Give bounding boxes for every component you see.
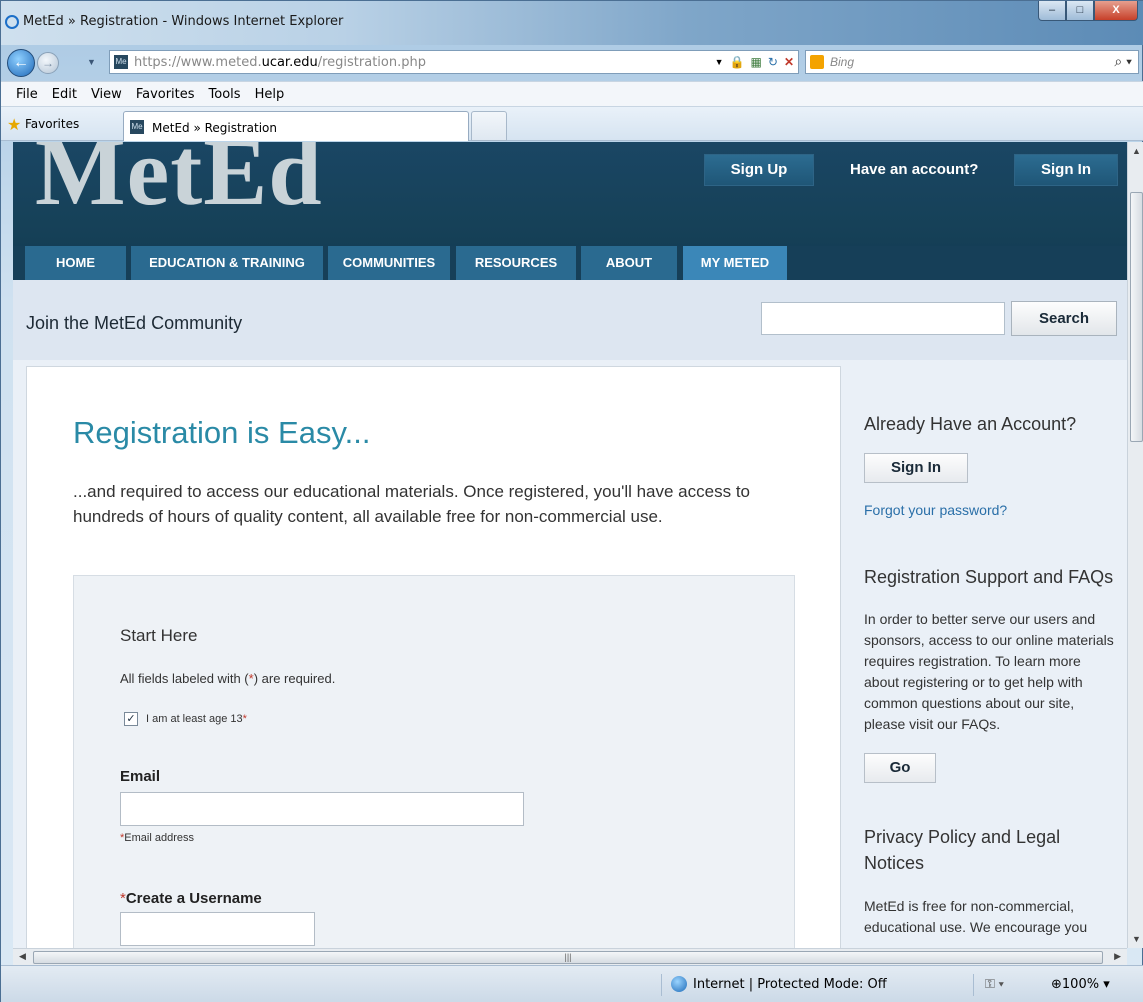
site-logo[interactable]: MetEd (35, 142, 323, 227)
age-label: I am at least age 13* (146, 713, 247, 725)
menu-favorites[interactable]: Favorites (129, 82, 202, 106)
close-button[interactable]: X (1094, 1, 1138, 21)
protected-mode-icon[interactable]: ⚿ ▾ (985, 976, 1004, 992)
menu-tools[interactable]: Tools (202, 82, 248, 106)
status-separator (973, 974, 974, 996)
forward-arrow-icon: → (42, 56, 54, 70)
address-bar[interactable]: Me https://www.meted.ucar.edu/registrati… (109, 50, 799, 74)
menu-edit[interactable]: Edit (45, 82, 84, 106)
search-placeholder: Bing (830, 55, 855, 69)
favorites-bar: ★ Favorites Me MetEd » Registration (1, 107, 1143, 141)
lock-icon[interactable]: 🔒 (730, 53, 745, 71)
horizontal-scroll-thumb[interactable]: ||| (33, 951, 1103, 964)
favorites-button[interactable]: Favorites (25, 117, 79, 131)
zoom-level[interactable]: ⊕100% ▾ (1051, 977, 1110, 992)
nav-about[interactable]: ABOUT (581, 246, 677, 280)
new-tab-button[interactable] (471, 111, 507, 141)
search-provider-box[interactable]: Bing ⌕ ▾ (805, 50, 1139, 74)
security-zone-text[interactable]: Internet | Protected Mode: Off (693, 977, 887, 992)
page-subheader: Join the MetEd Community Search (13, 280, 1127, 360)
tab-favicon-icon: Me (130, 120, 144, 134)
minimize-button[interactable]: – (1038, 1, 1066, 21)
scroll-right-icon[interactable]: ▶ (1114, 951, 1121, 962)
username-label: *Create a Username (120, 890, 262, 907)
main-navigation: HOME EDUCATION & TRAINING COMMUNITIES RE… (13, 246, 1127, 280)
scroll-left-icon[interactable]: ◀ (19, 951, 26, 962)
sidebar-sign-in-button[interactable]: Sign In (864, 453, 968, 483)
navigation-row: ← → ▼ Me https://www.meted.ucar.edu/regi… (1, 45, 1143, 81)
address-dropdown-icon[interactable]: ▼ (715, 53, 724, 71)
username-field[interactable] (120, 912, 315, 946)
stop-icon[interactable]: ✕ (784, 53, 794, 71)
faq-go-button[interactable]: Go (864, 753, 936, 783)
favorites-star-icon[interactable]: ★ (7, 115, 21, 135)
vertical-scrollbar[interactable]: ▲ ▼ (1127, 142, 1143, 948)
menu-help[interactable]: Help (248, 82, 292, 106)
nav-communities[interactable]: COMMUNITIES (328, 246, 450, 280)
support-text: In order to better serve our users and s… (864, 611, 1114, 732)
site-favicon-icon: Me (114, 55, 128, 69)
window-title: MetEd » Registration - Windows Internet … (23, 14, 344, 29)
compatibility-view-icon[interactable]: ▦ (751, 53, 762, 71)
privacy-heading: Privacy Policy and Legal Notices (864, 827, 1061, 873)
sign-up-button[interactable]: Sign Up (704, 154, 814, 186)
site-search-button[interactable]: Search (1011, 301, 1117, 336)
nav-education-training[interactable]: EDUCATION & TRAINING (131, 246, 323, 280)
privacy-text: MetEd is free for non-commercial, educat… (864, 898, 1088, 935)
zoom-icon: ⊕ (1051, 977, 1062, 992)
horizontal-scrollbar[interactable]: ◀ ||| ▶ (13, 948, 1127, 965)
page-title: Join the MetEd Community (26, 313, 243, 333)
age-checkbox[interactable]: ✓ (124, 712, 138, 726)
vertical-scroll-thumb[interactable] (1130, 192, 1143, 442)
form-title: Start Here (120, 626, 198, 645)
back-arrow-icon: ← (13, 54, 29, 71)
header-sign-in-button[interactable]: Sign In (1014, 154, 1118, 186)
menu-bar: File Edit View Favorites Tools Help (1, 81, 1143, 107)
status-separator (661, 974, 662, 996)
title-bar: MetEd » Registration - Windows Internet … (1, 1, 1143, 45)
nav-home[interactable]: HOME (25, 246, 126, 280)
have-account-text: Have an account? (850, 161, 979, 178)
refresh-icon[interactable]: ↻ (768, 53, 778, 71)
internet-zone-icon (671, 976, 687, 992)
page-viewport: MetEd Sign Up Have an account? Sign In H… (13, 142, 1127, 948)
status-bar: Internet | Protected Mode: Off ⚿ ▾ ⊕100%… (1, 965, 1143, 1002)
site-header: MetEd Sign Up Have an account? Sign In H… (13, 142, 1127, 280)
main-content: Registration is Easy... ...and required … (26, 366, 841, 948)
recent-pages-dropdown-icon[interactable]: ▼ (87, 57, 96, 67)
support-heading: Registration Support and FAQs (864, 567, 1114, 587)
menu-view[interactable]: View (84, 82, 129, 106)
nav-resources[interactable]: RESOURCES (456, 246, 576, 280)
bing-icon (810, 55, 824, 69)
tab-registration[interactable]: Me MetEd » Registration (123, 111, 469, 141)
registration-form: Start Here All fields labeled with (*) a… (73, 575, 795, 948)
registration-intro: ...and required to access our educationa… (73, 482, 750, 526)
forgot-password-link[interactable]: Forgot your password? (864, 502, 1007, 518)
account-heading: Already Have an Account? (864, 414, 1077, 434)
scroll-up-icon[interactable]: ▲ (1132, 146, 1141, 156)
ie-logo-icon (5, 15, 19, 29)
email-hint: *Email address (120, 832, 194, 844)
browser-window: MetEd » Registration - Windows Internet … (0, 0, 1143, 1002)
check-mark-icon: ✓ (126, 713, 136, 725)
url-text[interactable]: https://www.meted.ucar.edu/registration.… (134, 55, 426, 70)
tab-title: MetEd » Registration (152, 121, 277, 135)
registration-heading: Registration is Easy... (73, 415, 371, 450)
forward-button[interactable]: → (37, 52, 59, 74)
search-icon[interactable]: ⌕ ▾ (1114, 53, 1132, 70)
sidebar: Already Have an Account? Sign In Forgot … (864, 366, 1127, 948)
maximize-button[interactable]: □ (1066, 1, 1094, 21)
nav-my-meted[interactable]: MY METED (683, 246, 787, 280)
required-note: All fields labeled with (*) are required… (120, 671, 336, 686)
back-button[interactable]: ← (7, 49, 35, 77)
email-field[interactable] (120, 792, 524, 826)
email-label: Email (120, 768, 161, 785)
menu-file[interactable]: File (9, 82, 45, 106)
scroll-down-icon[interactable]: ▼ (1132, 934, 1141, 944)
site-search-input[interactable] (761, 302, 1005, 335)
